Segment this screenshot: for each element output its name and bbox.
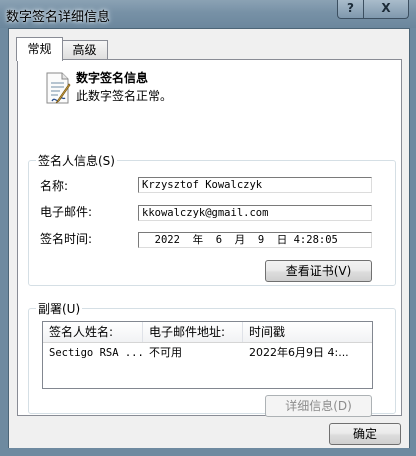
signing-time-field[interactable]: 2022 年 6 月 9 日 4:28:05 <box>138 232 372 248</box>
column-email-address[interactable]: 电子邮件地址: <box>143 322 243 342</box>
tab-advanced[interactable]: 高级 <box>61 40 108 61</box>
name-label: 名称: <box>40 179 69 193</box>
email-field[interactable]: kkowalczyk@gmail.com <box>138 205 372 221</box>
dialog-body: 常规 高级 数字签名信息 此数字签名正常。 签名人信息(S) 名称: Krzys… <box>8 28 410 450</box>
countersignatures-legend: 副署(U) <box>36 300 83 317</box>
name-field[interactable]: Krzysztof Kowalczyk <box>138 177 372 193</box>
email-label: 电子邮件: <box>40 205 93 219</box>
column-timestamp[interactable]: 时间戳 <box>243 322 372 342</box>
help-button[interactable]: ? <box>337 0 364 19</box>
column-signer-name[interactable]: 签名人姓名: <box>43 322 143 342</box>
signature-status-text: 此数字签名正常。 <box>76 89 173 103</box>
cell-signer-name: Sectigo RSA ... <box>49 347 143 359</box>
title-bar: 数字签名详细信息 ? X <box>0 0 416 28</box>
list-header: 签名人姓名: 电子邮件地址: 时间戳 <box>43 322 372 343</box>
countersignatures-list[interactable]: 签名人姓名: 电子邮件地址: 时间戳 Sectigo RSA ... 不可用 2… <box>42 321 373 389</box>
cell-timestamp: 2022年6月9日 4:... <box>249 346 349 359</box>
certificate-document-icon <box>46 72 71 104</box>
details-button[interactable]: 详细信息(D) <box>265 395 372 417</box>
window-title: 数字签名详细信息 <box>6 10 111 25</box>
signing-time-label: 签名时间: <box>40 232 93 246</box>
tab-general[interactable]: 常规 <box>16 37 63 61</box>
signature-info-title: 数字签名信息 <box>76 71 149 85</box>
ok-button[interactable]: 确定 <box>329 423 401 445</box>
cell-email-address: 不可用 <box>149 346 182 359</box>
window-border-bottom <box>0 448 416 456</box>
signer-info-legend: 签名人信息(S) <box>36 152 117 169</box>
close-button[interactable]: X <box>363 0 409 19</box>
view-certificate-button[interactable]: 查看证书(V) <box>265 260 372 282</box>
tab-panel-general: 数字签名信息 此数字签名正常。 签名人信息(S) 名称: Krzysztof K… <box>17 59 402 417</box>
